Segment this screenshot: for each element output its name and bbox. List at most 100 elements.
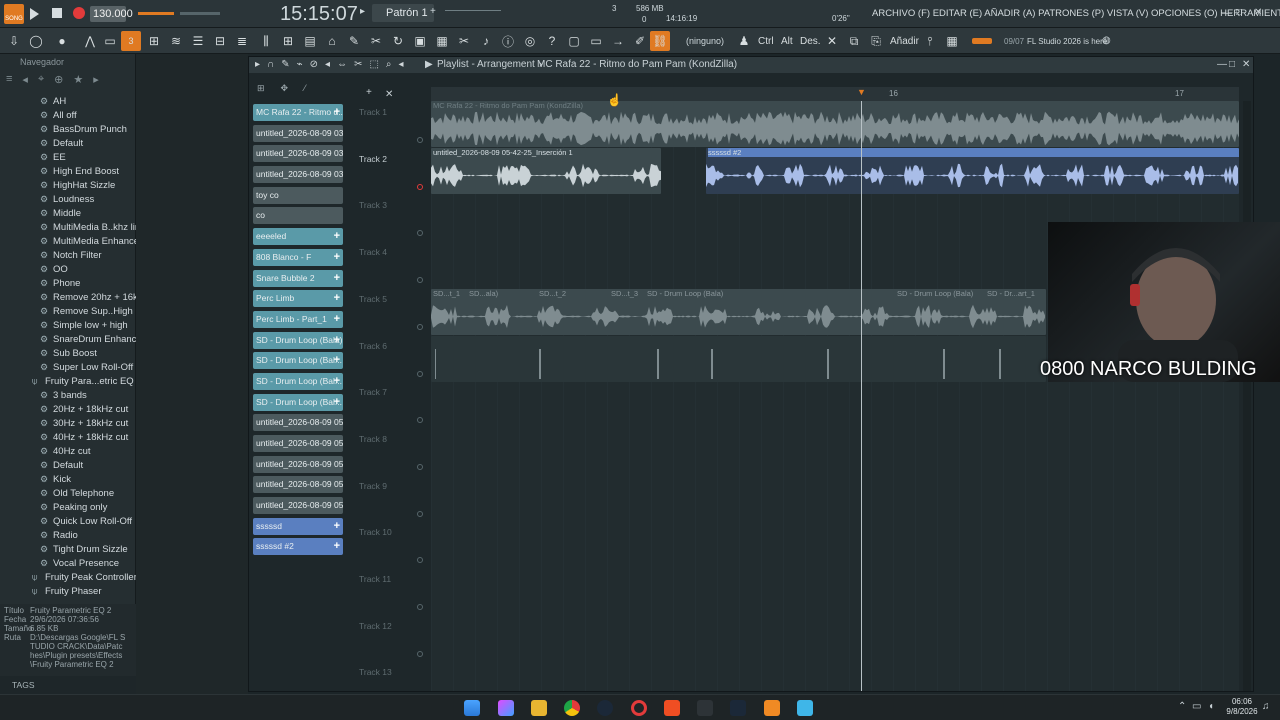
pattern-plus-icon[interactable]: + <box>334 518 340 535</box>
track-name[interactable]: Track 12 <box>359 621 392 631</box>
playlist-play-icon[interactable]: ▶ <box>425 57 433 73</box>
deselect-button[interactable]: Des. <box>800 36 821 47</box>
track-mute-icon[interactable] <box>417 183 423 190</box>
pattern-edit-icon[interactable]: ⁄ <box>304 83 306 94</box>
track-mute-icon[interactable] <box>417 463 423 470</box>
pattern-item[interactable]: SD - Drum Loop (Bal... + <box>253 352 343 370</box>
preset-item[interactable]: ⚙ 40Hz + 18kHz cut <box>0 430 136 444</box>
preset-item[interactable]: ⚙ Peaking only <box>0 500 136 514</box>
pattern-plus-icon[interactable]: + <box>334 270 340 287</box>
tuner-icon[interactable]: ⫯ <box>920 31 940 51</box>
copy-icon[interactable]: ⧉ <box>844 31 864 51</box>
add-track-icon[interactable]: + <box>366 87 372 98</box>
vertical-scrollbar[interactable] <box>1243 101 1251 691</box>
pattern-item[interactable]: untitled_2026-08-09 05-... <box>253 455 343 473</box>
master-pitch-slider[interactable] <box>180 12 220 15</box>
stop-button[interactable] <box>52 8 62 18</box>
pattern-item[interactable]: Snare Bubble 2 + <box>253 269 343 287</box>
taskbar-clock[interactable]: 06:06 9/8/2026 <box>1224 697 1260 717</box>
chrome-icon[interactable] <box>564 700 580 716</box>
cut-icon[interactable]: ✂ <box>454 31 474 51</box>
preset-item[interactable]: ⚙ 3 bands <box>0 388 136 402</box>
pattern-plus-icon[interactable]: + <box>334 249 340 266</box>
pattern-scroll[interactable] <box>445 10 501 11</box>
preset-item[interactable]: ⚙ MultiMedia Enhance <box>0 234 136 248</box>
help-icon[interactable]: ? <box>542 31 562 51</box>
preset-item[interactable]: ⚙ Default <box>0 136 136 150</box>
master-volume-slider[interactable] <box>138 12 174 15</box>
track-mute-icon[interactable] <box>417 604 423 610</box>
close-icon[interactable]: ✕ <box>1254 7 1262 18</box>
pattern-item[interactable]: untitled_2026-08-09 05-... <box>253 476 343 494</box>
audio-clip-track-6[interactable] <box>431 336 1046 382</box>
save-icon[interactable]: ▣ <box>410 31 430 51</box>
playlist-minimize-icon[interactable]: — <box>1217 57 1227 73</box>
preset-item[interactable]: ⚙ AH <box>0 94 136 108</box>
track-mute-icon[interactable] <box>417 370 423 377</box>
preset-item[interactable]: ⚙ High End Boost <box>0 164 136 178</box>
pattern-item[interactable]: SD - Drum Loop (Bal... + <box>253 393 343 411</box>
browser-folder-peak-controller[interactable]: ⍦ Fruity Peak Controller <box>0 570 136 584</box>
pattern-plus-icon[interactable]: + <box>334 104 340 121</box>
playlist-maximize-icon[interactable]: □ <box>1229 57 1235 73</box>
preset-item[interactable]: ⚙ Loudness <box>0 192 136 206</box>
pattern-item[interactable]: SD - Drum Loop (Bal... + <box>253 372 343 390</box>
preset-item[interactable]: ⚙ Default <box>0 458 136 472</box>
preset-item[interactable]: ⚙ Sub Boost <box>0 346 136 360</box>
track-name[interactable]: Track 10 <box>359 527 392 537</box>
globe-icon[interactable]: ◍ <box>1102 35 1111 46</box>
microphone-icon[interactable]: ♪ <box>476 31 496 51</box>
track-name[interactable]: Track 4 <box>359 247 387 257</box>
track-name[interactable]: Track 5 <box>359 294 387 304</box>
play-button[interactable] <box>30 8 39 20</box>
playback-icon[interactable]: ◂ <box>399 57 404 73</box>
grid-icon[interactable]: ▦ <box>942 31 962 51</box>
preset-item[interactable]: ⚙ Remove 20hz + 16khz + <box>0 290 136 304</box>
plugin-picker-icon[interactable]: ✎ <box>344 31 364 51</box>
mute-icon[interactable]: ✂ <box>366 31 386 51</box>
track-name[interactable]: Track 8 <box>359 434 387 444</box>
restore-icon[interactable]: □ <box>1236 7 1242 18</box>
preset-item[interactable]: ⚙ Middle <box>0 206 136 220</box>
browser-folder-parametric-eq[interactable]: ⍦ Fruity Para...etric EQ 2 <box>0 374 136 388</box>
tempo-display[interactable]: 130.000 <box>90 6 133 22</box>
paste-icon[interactable]: ⎘ <box>866 31 886 51</box>
slip-icon[interactable]: ⇔ <box>337 57 347 73</box>
tray-chevron-icon[interactable]: ⌃ <box>1178 701 1186 712</box>
pattern-item[interactable]: untitled_2026-08-09 03-... <box>253 145 343 163</box>
pattern-plus-icon[interactable]: + <box>334 373 340 390</box>
preset-item[interactable]: ⚙ Tight Drum Sizzle <box>0 542 136 556</box>
preset-item[interactable]: ⚙ Vocal Presence <box>0 556 136 570</box>
minimize-icon[interactable]: — <box>1222 8 1232 19</box>
preset-item[interactable]: ⚙ MultiMedia B..khz limit <box>0 220 136 234</box>
keyboard-icon[interactable]: ▭ <box>586 31 606 51</box>
layout-icon[interactable]: ▢ <box>564 31 584 51</box>
step-edit-icon[interactable]: 3 <box>121 31 141 51</box>
pattern-item[interactable]: untitled_2026-08-09 05-... <box>253 414 343 432</box>
notification-icon[interactable]: ♫ <box>1262 701 1270 712</box>
pattern-item[interactable]: untitled_2026-08-09 03-... <box>253 124 343 142</box>
track-name[interactable]: Track 6 <box>359 341 387 351</box>
mute-tool-icon[interactable]: ◂ <box>325 57 330 73</box>
blend-icon[interactable]: ⊞ <box>144 31 164 51</box>
audio-clip-track-5[interactable]: SD...t_1 SD...ala) SD...t_2 SD...t_3 SD - Dr… <box>431 289 1046 335</box>
pattern-list-icon[interactable]: ⊞ <box>257 83 265 94</box>
playlist-close-icon[interactable]: ✕ <box>1242 57 1250 73</box>
pattern-plus-icon[interactable]: + <box>334 332 340 349</box>
pattern-plus-icon[interactable]: + <box>334 311 340 328</box>
metronome-knob[interactable]: ● <box>52 31 72 51</box>
add-button[interactable]: Añadir <box>890 36 919 47</box>
draw-icon[interactable]: ✐ <box>630 31 650 51</box>
track-mute-icon[interactable] <box>417 277 423 284</box>
pattern-item[interactable]: untitled_2026-08-09 05-... <box>253 435 343 452</box>
pattern-item[interactable]: sssssd + <box>253 517 343 535</box>
pattern-item[interactable]: sssssd #2 + <box>253 538 343 556</box>
preset-item[interactable]: ⚙ BassDrum Punch <box>0 122 136 136</box>
mixer-icon[interactable]: ⫼ <box>256 31 276 51</box>
pattern-plus-icon[interactable]: + <box>334 228 340 245</box>
preset-item[interactable]: ⚙ Old Telephone <box>0 486 136 500</box>
playlist-options-icon[interactable]: ▸ <box>255 57 260 73</box>
wait-icon[interactable]: ⋀ <box>80 31 100 51</box>
delete-track-icon[interactable]: ✕ <box>385 89 393 100</box>
link-target[interactable]: (ninguno) <box>686 36 724 46</box>
